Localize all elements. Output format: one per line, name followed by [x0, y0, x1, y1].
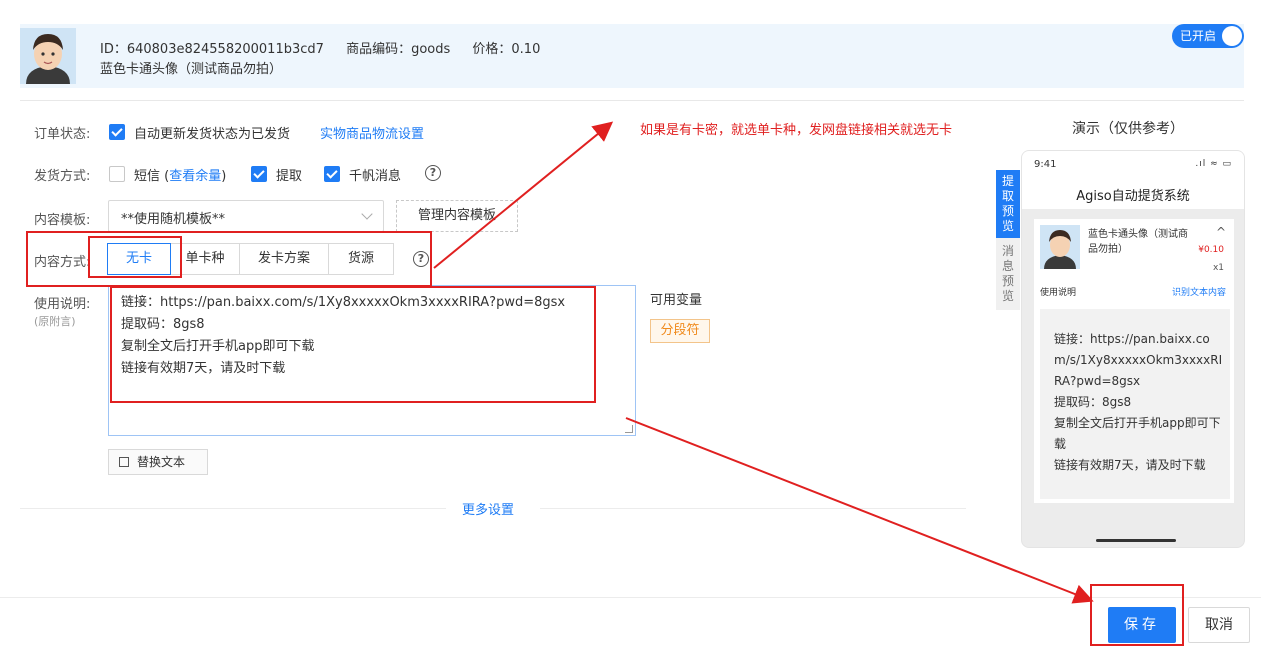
- divider: [540, 508, 966, 509]
- chevron-down-icon: [361, 208, 373, 220]
- product-name: 蓝色卡通头像（测试商品勿拍）: [100, 62, 283, 77]
- more-settings-link[interactable]: 更多设置: [462, 499, 514, 518]
- order-status-label: 订单状态:: [34, 127, 91, 142]
- annotation-box-save: [1090, 584, 1184, 646]
- divider: [20, 508, 446, 509]
- cancel-button[interactable]: 取消: [1188, 607, 1250, 643]
- preview-line: 链接：https://pan.baixx.com/s/1Xy8xxxxxOkm3…: [1054, 332, 1223, 388]
- product-meta: ID：640803e824558200011b3cd7 商品编码：goods 价…: [100, 38, 558, 57]
- arrow-to-annotation: [433, 121, 614, 269]
- manage-template-button[interactable]: 管理内容模板: [396, 200, 518, 232]
- usage-label: 使用说明:: [34, 297, 91, 312]
- variables-label: 可用变量: [650, 293, 703, 308]
- sms-balance-link[interactable]: 查看余量: [169, 169, 221, 184]
- annotation-box-content-mode: [26, 231, 432, 287]
- preview-title: 演示（仅供参考）: [1072, 121, 1184, 137]
- qianniu-label: 千帆消息: [349, 169, 402, 184]
- preview-card: 蓝色卡通头像（测试商品勿拍） ^ ¥0.10 x1 使用说明 识别文本内容 链接…: [1034, 219, 1234, 503]
- preview-product-name: 蓝色卡通头像（测试商品勿拍）: [1088, 229, 1188, 255]
- sms-checkbox[interactable]: [109, 166, 125, 182]
- preview-usage-label: 使用说明: [1040, 288, 1077, 298]
- help-icon[interactable]: ?: [425, 165, 441, 181]
- pickup-label: 提取: [276, 169, 303, 184]
- recognize-text-link[interactable]: 识别文本内容: [1172, 285, 1226, 298]
- annotation-text: 如果是有卡密，就选单卡种，发网盘链接相关就选无卡: [640, 123, 953, 138]
- sms-paren-close: ): [221, 169, 227, 184]
- logistics-settings-link[interactable]: 实物商品物流设置: [320, 123, 424, 142]
- sms-label: 短信: [134, 169, 161, 184]
- toggle-knob: [1222, 26, 1242, 46]
- qianniu-checkbox[interactable]: [324, 166, 340, 182]
- phone-app-title: Agiso自动提货系统: [1076, 189, 1190, 204]
- template-value: **使用随机模板**: [121, 212, 226, 227]
- tab-pickup-preview[interactable]: 提取预览: [996, 170, 1020, 238]
- sms-option: 短信 (查看余量): [134, 165, 226, 184]
- phone-top-bar: 9:41 .ıl ≈ ▭ Agiso自动提货系统: [1022, 151, 1244, 209]
- mode-no-card[interactable]: 无卡: [107, 243, 171, 275]
- preview-qty: x1: [1212, 263, 1224, 273]
- template-select[interactable]: **使用随机模板**: [108, 200, 384, 232]
- auto-ship-checkbox[interactable]: [109, 124, 125, 140]
- home-indicator: [1096, 539, 1176, 542]
- product-avatar: [1040, 225, 1080, 269]
- toggle-label: 已开启: [1180, 29, 1217, 43]
- preview-line: 链接有效期7天，请及时下载: [1054, 458, 1206, 472]
- auto-ship-label: 自动更新发货状态为已发货: [134, 127, 291, 142]
- divider: [0, 597, 1261, 598]
- replace-text-label: 替换文本: [137, 455, 186, 469]
- divider: [20, 100, 1244, 101]
- preview-body: 链接：https://pan.baixx.com/s/1Xy8xxxxxOkm3…: [1040, 309, 1230, 499]
- chevron-up-icon[interactable]: ^: [1216, 225, 1226, 239]
- product-avatar: [20, 28, 76, 84]
- enabled-toggle[interactable]: 已开启: [1172, 24, 1244, 48]
- delivery-label: 发货方式:: [34, 169, 91, 184]
- product-code: 商品编码：goods: [346, 42, 451, 57]
- preview-line: 复制全文后打开手机app即可下载: [1054, 416, 1221, 451]
- resize-handle-icon[interactable]: [625, 425, 633, 433]
- product-id: ID：640803e824558200011b3cd7: [100, 42, 324, 57]
- template-label: 内容模板:: [34, 213, 91, 228]
- annotation-box-usage: [110, 286, 596, 403]
- replace-text-button[interactable]: 替换文本: [108, 449, 208, 475]
- product-price: 价格：0.10: [472, 42, 541, 57]
- usage-sub-label: (原附言): [34, 315, 76, 328]
- phone-preview: 9:41 .ıl ≈ ▭ Agiso自动提货系统 蓝色卡通头像（测试商品勿拍） …: [1021, 150, 1245, 548]
- pickup-checkbox[interactable]: [251, 166, 267, 182]
- tab-pickup-label: 提取预览: [1002, 174, 1015, 233]
- preview-price: ¥0.10: [1198, 245, 1224, 255]
- tab-message-preview[interactable]: 消息预览: [996, 238, 1020, 310]
- phone-clock: 9:41: [1034, 159, 1057, 170]
- tab-message-label: 消息预览: [1002, 244, 1015, 303]
- product-header: ID：640803e824558200011b3cd7 商品编码：goods 价…: [20, 24, 1244, 88]
- signal-battery-icon: .ıl ≈ ▭: [1195, 159, 1232, 169]
- preview-line: 提取码：8gs8: [1054, 395, 1132, 409]
- replace-icon: [119, 457, 129, 467]
- variable-tag-segment[interactable]: 分段符: [650, 319, 710, 343]
